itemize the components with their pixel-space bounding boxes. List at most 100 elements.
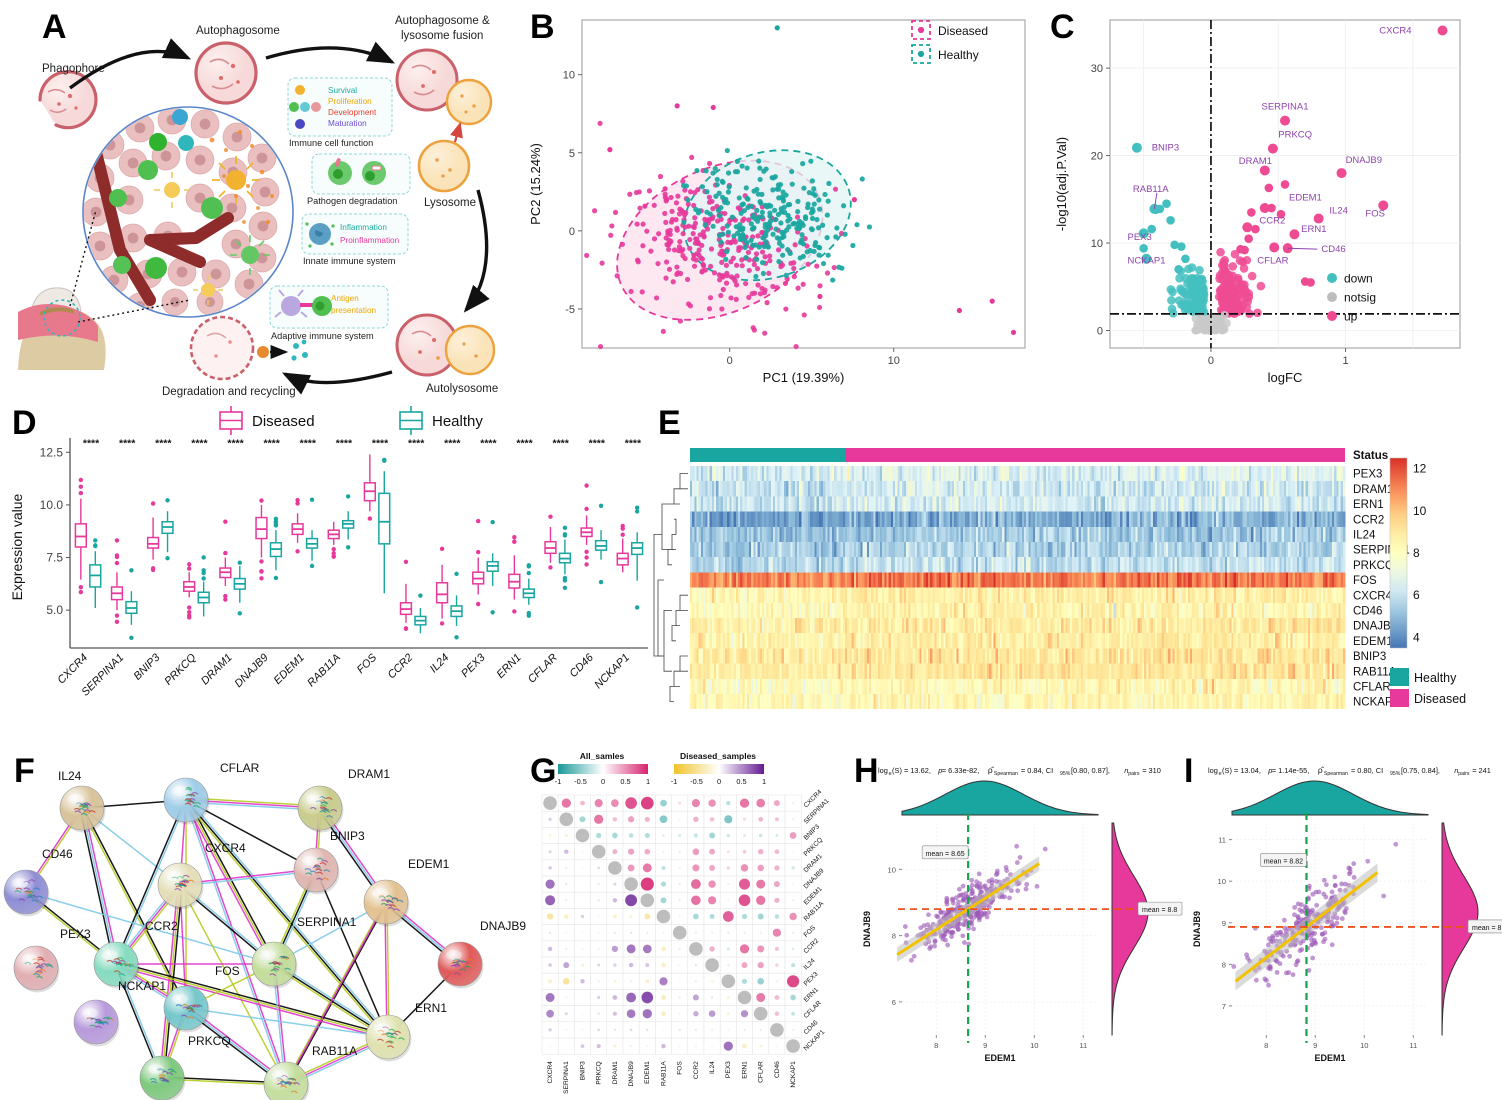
network-node-label: CXCR4	[205, 841, 246, 855]
panel-label-e: E	[658, 404, 681, 442]
correlation-dot	[613, 882, 617, 886]
outlier-point	[512, 609, 517, 614]
correlation-dot	[694, 931, 697, 934]
matrix-col-label: DRAM1	[612, 1061, 619, 1084]
x-tick: 0	[1208, 355, 1214, 367]
correlation-dot	[549, 1045, 552, 1048]
outlier-point	[476, 518, 481, 524]
heatmap-row-label: DRAM1	[1353, 484, 1393, 496]
x-tick-gene: IL24	[428, 652, 452, 676]
correlation-dot	[562, 977, 570, 985]
diagonal-cell	[559, 812, 574, 827]
network-node-label: DNAJB9	[480, 919, 526, 933]
correlation-dot	[625, 797, 637, 809]
correlation-dot	[646, 1045, 649, 1048]
x-tick-gene: CCR2	[386, 652, 416, 682]
gene-label: PRKCQ	[1278, 130, 1312, 141]
y-axis-label: Expression value	[9, 493, 25, 600]
outlier-point	[114, 619, 120, 624]
outlier-point	[273, 520, 279, 525]
x-tick: 11	[1409, 1041, 1417, 1050]
outlier-point	[187, 605, 192, 610]
correlation-dot	[581, 1028, 584, 1031]
tissue-magnification	[82, 106, 294, 318]
correlation-dot	[727, 883, 730, 886]
box-caption-immune-cell-function: Immune cell function	[289, 138, 373, 148]
correlation-dot	[711, 931, 714, 934]
correlation-dot	[613, 963, 617, 967]
diagonal-cell	[672, 925, 687, 940]
x-axis-label: PC1 (19.39%)	[763, 370, 845, 385]
significance-marker: ****	[516, 437, 533, 449]
x-tick: 10	[888, 355, 900, 367]
y-tick: 10.0	[40, 498, 64, 512]
outlier-point	[93, 543, 98, 548]
correlation-dot	[690, 879, 701, 890]
heatmap-row	[690, 526, 1346, 542]
matrix-col-label: NCKAP1	[790, 1061, 797, 1088]
network-node-label: CD46	[42, 847, 73, 861]
network-node[interactable]	[263, 1061, 309, 1100]
correlation-dot	[678, 1012, 681, 1015]
x-tick: 1	[1343, 355, 1349, 367]
correlation-dot	[708, 880, 716, 888]
y-axis-label: -log10(adj.P.Val)	[1054, 137, 1069, 231]
correlation-dot	[640, 877, 654, 891]
correlation-dot	[628, 962, 634, 968]
y-tick: 8	[892, 932, 896, 941]
volcano-point	[1131, 142, 1142, 153]
matrix-col-label: CD46	[774, 1061, 781, 1078]
outlier-point	[345, 494, 351, 499]
correlation-dot	[692, 848, 700, 856]
significance-marker: ****	[625, 437, 642, 449]
correlation-dot	[678, 834, 682, 837]
correlation-dot	[692, 994, 699, 1001]
gene-label: ERN1	[1301, 224, 1326, 235]
outlier-point	[620, 532, 625, 537]
outlier-point	[634, 605, 640, 610]
outlier-point	[634, 505, 640, 510]
correlation-dot	[662, 931, 665, 934]
correlation-dot	[613, 979, 617, 983]
correlation-dot	[548, 1028, 552, 1032]
outlier-point	[439, 546, 445, 552]
outlier-point	[114, 613, 120, 618]
panel-label-f: F	[14, 752, 35, 790]
gene-label: IL24	[1329, 206, 1348, 217]
gene-label: PEX3	[1128, 232, 1152, 243]
network-node[interactable]	[363, 879, 409, 925]
correlation-dot	[612, 1011, 617, 1016]
network-node[interactable]	[3, 869, 49, 915]
label-lysosome: Lysosome	[424, 197, 476, 209]
x-axis-label: EDEM1	[984, 1053, 1015, 1063]
matrix-col-label: ERN1	[741, 1061, 748, 1079]
outlier-point	[562, 532, 568, 537]
outlier-point	[548, 565, 553, 570]
network-node[interactable]	[437, 941, 483, 987]
correlation-dot	[548, 963, 552, 967]
legend-tick: 1	[646, 777, 650, 786]
outlier-point	[259, 576, 264, 581]
outlier-point	[223, 593, 228, 599]
correlation-dot	[722, 911, 734, 922]
correlation-dot	[743, 834, 746, 837]
correlation-dot	[726, 947, 730, 951]
network-node[interactable]	[163, 985, 209, 1031]
panel-i-correlation-scatter: log e (S) = 13.04, p = 1.14e-55, ρ̂ Spearma…	[1180, 745, 1502, 1100]
network-node[interactable]	[59, 785, 105, 831]
volcano-point	[1259, 165, 1270, 176]
volcano-point	[1313, 213, 1324, 224]
matrix-col-label: CFLAR	[758, 1061, 765, 1083]
outlier-point	[78, 490, 84, 496]
node-autophagosome	[194, 41, 258, 105]
outlier-point	[165, 498, 170, 503]
correlation-dot	[757, 945, 765, 953]
legend-label: Healthy	[938, 48, 979, 62]
outlier-point	[273, 575, 279, 581]
correlation-dot	[613, 1044, 617, 1048]
correlation-dot	[564, 1012, 568, 1016]
y-tick: 9	[1222, 919, 1226, 928]
correlation-dot	[645, 979, 650, 984]
network-node[interactable]	[297, 785, 343, 831]
colorbar	[1389, 457, 1408, 649]
